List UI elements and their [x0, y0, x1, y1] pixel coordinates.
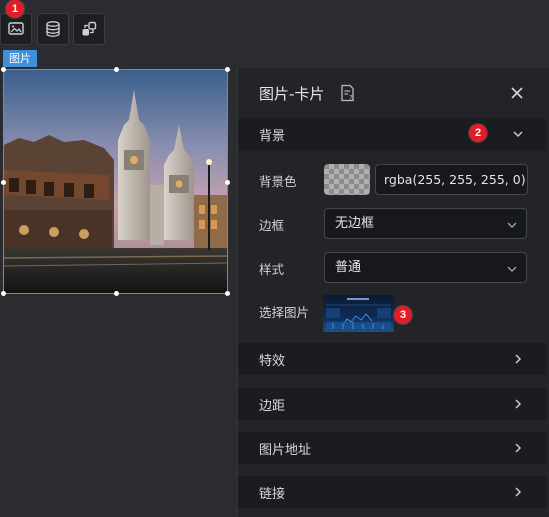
callout-marker-3: 3 — [394, 306, 412, 324]
resize-handle[interactable] — [1, 180, 6, 185]
database-button[interactable] — [37, 13, 69, 45]
image-thumbnail[interactable] — [323, 295, 394, 332]
chevron-right-icon — [515, 354, 522, 364]
callout-marker-2: 2 — [469, 124, 487, 142]
chevron-right-icon — [515, 399, 522, 409]
chevron-right-icon — [515, 487, 522, 497]
document-help-icon[interactable]: ? — [340, 84, 356, 102]
bg-color-input[interactable]: rgba(255, 255, 255, 0) — [375, 164, 528, 195]
panel-header: 图片-卡片 ? — [238, 68, 549, 118]
dashboard-thumbnail — [326, 298, 391, 329]
section-background[interactable]: 背景 — [238, 118, 546, 150]
resize-handle[interactable] — [1, 67, 6, 72]
interaction-button[interactable] — [73, 13, 105, 45]
chevron-down-icon — [513, 131, 523, 138]
resize-handle[interactable] — [225, 180, 230, 185]
chevron-right-icon — [515, 443, 522, 453]
component-tag: 图片 — [3, 50, 37, 67]
properties-panel: 图片-卡片 ? 背景 2 背景色 rgba(255, 255, 255, 0) … — [237, 68, 549, 517]
chevron-down-icon — [507, 222, 517, 228]
section-effects[interactable]: 特效 — [238, 343, 546, 375]
section-link-label: 链接 — [259, 486, 286, 502]
image-component[interactable] — [1, 67, 230, 296]
section-image-url[interactable]: 图片地址 — [238, 432, 546, 464]
close-icon[interactable] — [510, 86, 524, 100]
resize-handle[interactable] — [114, 291, 119, 296]
panel-title: 图片-卡片 — [259, 85, 325, 103]
resize-handle[interactable] — [114, 67, 119, 72]
style-label: 样式 — [259, 262, 285, 277]
database-icon — [46, 21, 60, 37]
link-icon — [82, 21, 97, 36]
style-select-value: 普通 — [335, 260, 362, 275]
section-effects-label: 特效 — [259, 353, 286, 369]
border-select-value: 无边框 — [335, 216, 375, 231]
image-icon — [8, 22, 24, 35]
section-link[interactable]: 链接 — [238, 476, 546, 508]
resize-handle[interactable] — [225, 291, 230, 296]
resize-handle[interactable] — [1, 291, 6, 296]
section-background-label: 背景 — [259, 128, 286, 144]
bg-color-label: 背景色 — [259, 174, 297, 189]
border-label: 边框 — [259, 218, 285, 233]
section-margin[interactable]: 边距 — [238, 388, 546, 420]
resize-handle[interactable] — [225, 67, 230, 72]
chevron-down-icon — [507, 266, 517, 272]
svg-text:?: ? — [349, 94, 353, 102]
section-margin-label: 边距 — [259, 398, 286, 414]
border-select[interactable]: 无边框 — [324, 208, 527, 239]
select-image-label: 选择图片 — [259, 305, 310, 320]
section-image-url-label: 图片地址 — [259, 442, 312, 458]
bg-color-swatch[interactable] — [324, 164, 370, 195]
cathedral-photo — [4, 70, 227, 293]
callout-marker-1: 1 — [6, 0, 24, 18]
style-select[interactable]: 普通 — [324, 252, 527, 283]
